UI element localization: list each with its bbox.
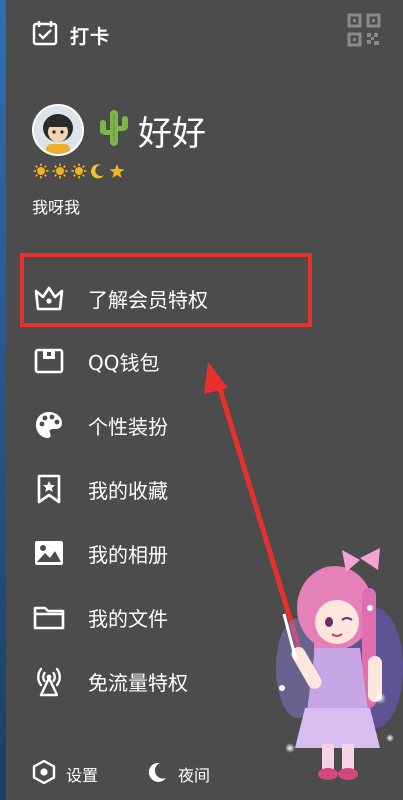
settings-label: 设置 xyxy=(66,766,99,785)
night-label: 夜间 xyxy=(178,766,211,785)
anime-girl-pendant xyxy=(276,548,403,780)
hexagon-settings-icon xyxy=(32,759,56,788)
moon-icon xyxy=(146,761,168,787)
bottom-bar: 设置 夜间 xyxy=(32,759,258,788)
settings-button[interactable]: 设置 xyxy=(32,759,99,788)
night-mode-button[interactable]: 夜间 xyxy=(146,761,210,787)
